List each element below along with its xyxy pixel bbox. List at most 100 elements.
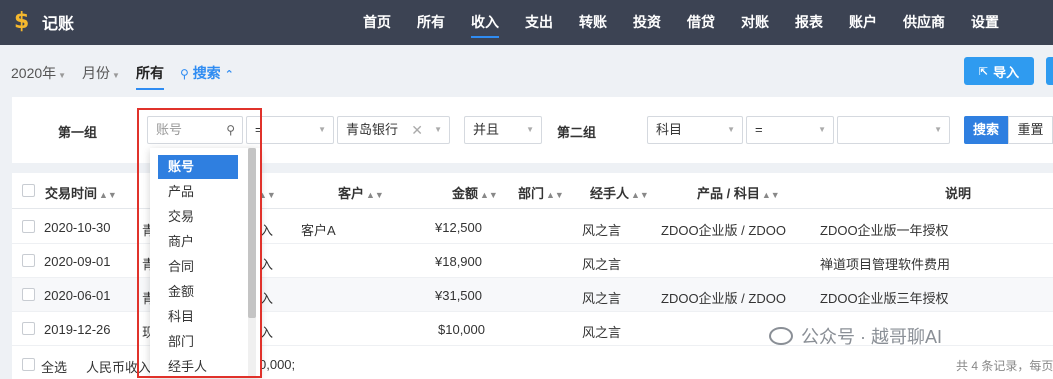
group1-value-select[interactable]: 青岛银行 ✕ ▼: [337, 116, 450, 144]
sort-icon: ▲▼: [99, 190, 117, 200]
column-header-desc: 说明: [945, 186, 972, 201]
column-header-handler[interactable]: 经手人 ▲▼: [590, 183, 649, 202]
column-header-dept-label: 部门: [518, 186, 545, 201]
nav-item-supplier[interactable]: 供应商: [890, 0, 958, 45]
nav-item-expense[interactable]: 支出: [512, 0, 566, 45]
sort-icon: ▲▼: [546, 190, 564, 200]
top-navbar: $ 记账 首页 所有 收入 支出 转账 投资 借贷 对账 报表 账户 供应商 设…: [0, 0, 1053, 45]
group2-operator-value: =: [755, 122, 763, 137]
footer-record-count: 共 4 条记录，每页: [956, 359, 1053, 373]
wechat-icon: [769, 327, 793, 345]
caret-down-icon: ▼: [934, 125, 942, 134]
row-checkbox[interactable]: [22, 322, 35, 335]
group2-operator-select[interactable]: = ▼: [746, 116, 834, 144]
import-button-label: 导入: [993, 64, 1020, 80]
column-header-dept[interactable]: 部门 ▲▼: [518, 183, 564, 202]
select-all-footer-checkbox[interactable]: [22, 358, 35, 371]
cell-desc: 禅道项目管理软件费用: [820, 257, 951, 272]
nav-item-loan[interactable]: 借贷: [674, 0, 728, 45]
sort-icon: ▲▼: [480, 190, 498, 200]
nav-item-reconcile[interactable]: 对账: [728, 0, 782, 45]
column-header-product-label: 产品 / 科目: [697, 186, 760, 201]
nav-item-all[interactable]: 所有: [404, 0, 458, 45]
filter-bar: 2020年 ▼ 月份 ▼ 所有 ⚲ 搜索 ⌃ ⇱ 导入: [0, 45, 1053, 95]
select-all-label: 全选: [41, 360, 68, 375]
nav-item-report[interactable]: 报表: [782, 0, 836, 45]
cell-amount: ¥12,500: [435, 220, 482, 235]
app-logo[interactable]: $ 记账: [14, 10, 74, 34]
group1-value: 青岛银行: [346, 122, 399, 137]
search-toggle[interactable]: ⚲ 搜索 ⌃: [180, 63, 234, 83]
nav-item-settings[interactable]: 设置: [958, 0, 1012, 45]
clear-icon[interactable]: ✕: [411, 117, 423, 143]
column-header-customer-label: 客户: [338, 186, 365, 201]
import-icon: ⇱: [978, 65, 989, 78]
group2-label: 第二组: [557, 125, 597, 140]
year-filter[interactable]: 2020年 ▼: [11, 63, 66, 83]
annotation-highlight-box: [137, 108, 262, 378]
month-filter[interactable]: 月份 ▼: [82, 63, 120, 83]
column-header-amount[interactable]: 金额 ▲▼: [452, 183, 498, 202]
column-header-customer[interactable]: 客户 ▲▼: [338, 183, 384, 202]
row-checkbox[interactable]: [22, 288, 35, 301]
row-checkbox[interactable]: [22, 254, 35, 267]
nav-item-home[interactable]: 首页: [350, 0, 404, 45]
row-checkbox[interactable]: [22, 220, 35, 233]
cell-amount: ¥31,500: [435, 288, 482, 303]
group2-field-select[interactable]: 科目 ▼: [647, 116, 743, 144]
year-filter-label: 2020年: [11, 65, 57, 81]
cell-customer: 客户A: [301, 223, 336, 238]
cell-desc: ZDOO企业版三年授权: [820, 291, 949, 306]
main-nav: 首页 所有 收入 支出 转账 投资 借贷 对账 报表 账户 供应商 设置: [350, 0, 1012, 45]
caret-down-icon: ▼: [818, 125, 826, 134]
watermark-text: 公众号 · 越哥聊AI: [801, 327, 943, 347]
caret-down-icon: ▼: [112, 71, 120, 80]
cell-handler: 风之言: [582, 291, 622, 306]
sort-icon: ▲▼: [631, 190, 649, 200]
all-filter-tab[interactable]: 所有: [136, 63, 164, 90]
sort-icon: ▲▼: [761, 190, 780, 200]
cell-date: 2019-12-26: [44, 322, 111, 337]
group2-field-value: 科目: [656, 122, 683, 137]
app-title: 记账: [42, 16, 75, 33]
logic-select[interactable]: 并且 ▼: [464, 116, 542, 144]
cell-amount: ¥18,900: [435, 254, 482, 269]
cell-date: 2020-10-30: [44, 220, 111, 235]
cell-handler: 风之言: [582, 223, 622, 238]
column-header-amount-label: 金额: [452, 186, 479, 201]
logic-value: 并且: [473, 122, 500, 137]
footer-summary-tail: 0,000;: [259, 357, 296, 372]
month-filter-label: 月份: [82, 65, 110, 81]
column-header-handler-label: 经手人: [590, 186, 630, 201]
column-header-product[interactable]: 产品 / 科目 ▲▼: [697, 183, 780, 202]
caret-down-icon: ▼: [727, 125, 735, 134]
cell-product: ZDOO企业版 / ZDOO: [661, 291, 786, 306]
cell-date: 2020-09-01: [44, 254, 111, 269]
search-button[interactable]: 搜索: [964, 116, 1008, 144]
caret-down-icon: ▼: [318, 125, 326, 134]
chevron-up-icon: ⌃: [224, 69, 234, 81]
search-toggle-label: 搜索: [192, 65, 221, 81]
cell-amount: $10,000: [438, 322, 485, 337]
nav-item-invest[interactable]: 投资: [620, 0, 674, 45]
reset-button[interactable]: 重置: [1008, 116, 1053, 144]
dollar-icon: $: [14, 9, 30, 34]
watermark: 公众号 · 越哥聊AI: [769, 323, 942, 349]
import-button[interactable]: ⇱ 导入: [964, 57, 1034, 85]
nav-item-account[interactable]: 账户: [836, 0, 890, 45]
column-header-date-label: 交易时间: [45, 186, 98, 201]
more-button[interactable]: [1046, 57, 1053, 85]
caret-down-icon: ▼: [58, 71, 67, 80]
cell-date: 2020-06-01: [44, 288, 111, 303]
search-icon: ⚲: [180, 67, 189, 81]
caret-down-icon: ▼: [434, 125, 442, 134]
cell-handler: 风之言: [582, 325, 622, 340]
select-all-checkbox[interactable]: [22, 184, 35, 197]
group2-value-select[interactable]: ▼: [837, 116, 950, 144]
cell-desc: ZDOO企业版一年授权: [820, 223, 949, 238]
column-header-date[interactable]: 交易时间 ▲▼: [45, 183, 117, 202]
cell-product: ZDOO企业版 / ZDOO: [661, 223, 786, 238]
nav-item-income[interactable]: 收入: [458, 0, 512, 45]
caret-down-icon: ▼: [526, 125, 534, 134]
nav-item-transfer[interactable]: 转账: [566, 0, 620, 45]
